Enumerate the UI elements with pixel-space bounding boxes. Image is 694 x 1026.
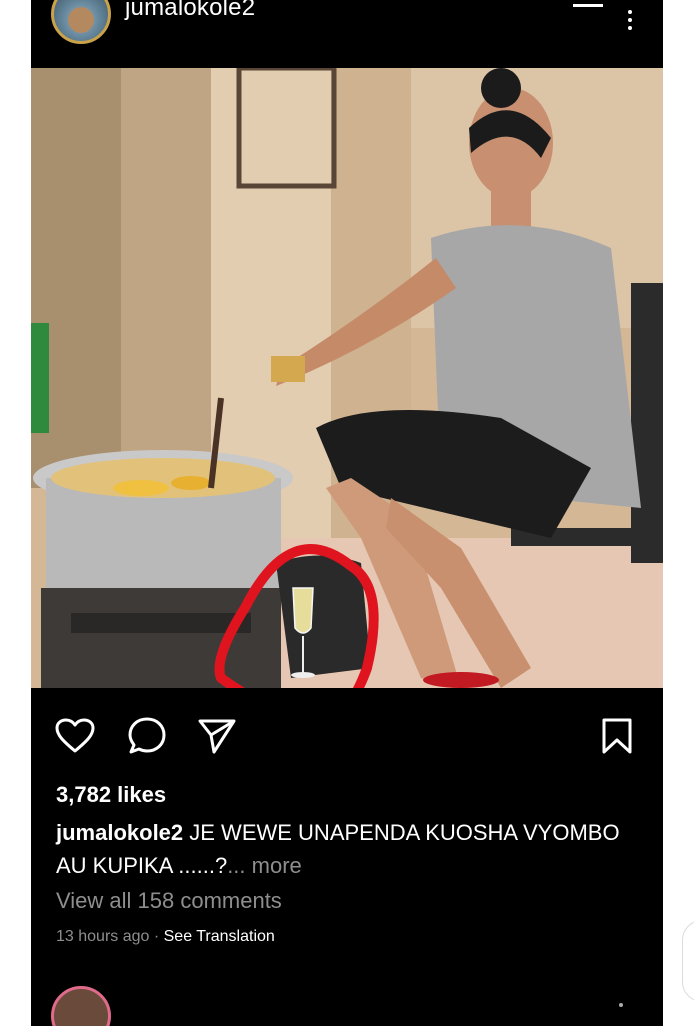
next-post-menu-dot: [619, 1003, 623, 1007]
status-bar-fragment: [573, 0, 603, 7]
post-photo[interactable]: [31, 68, 663, 688]
post-caption: jumalokole2 JE WEWE UNAPENDA KUOSHA VYOM…: [56, 816, 636, 882]
heart-icon[interactable]: [53, 714, 97, 758]
side-scroll-handle[interactable]: [682, 920, 694, 1002]
post-meta: 13 hours ago · See Translation: [56, 928, 275, 946]
comment-icon[interactable]: [125, 714, 169, 758]
post-header: jumalokole2: [31, 0, 663, 62]
more-options-icon[interactable]: [627, 10, 633, 32]
post-username[interactable]: jumalokole2: [125, 0, 255, 22]
caption-username[interactable]: jumalokole2: [56, 820, 183, 845]
meta-separator: ·: [149, 928, 164, 945]
profile-avatar[interactable]: [51, 0, 111, 44]
post-time: 13 hours ago: [56, 928, 150, 945]
next-post-avatar[interactable]: [51, 986, 111, 1026]
bookmark-icon[interactable]: [595, 714, 639, 758]
caption-more-link[interactable]: ... more: [227, 853, 302, 878]
post-actions-bar: [31, 700, 663, 770]
likes-count[interactable]: 3,782 likes: [56, 782, 166, 808]
view-comments-link[interactable]: View all 158 comments: [56, 888, 282, 914]
send-icon[interactable]: [195, 714, 239, 758]
instagram-post-screen: jumalokole2 3,782 likes jumalokole2 JE W…: [31, 0, 663, 1026]
see-translation-link[interactable]: See Translation: [164, 928, 275, 945]
